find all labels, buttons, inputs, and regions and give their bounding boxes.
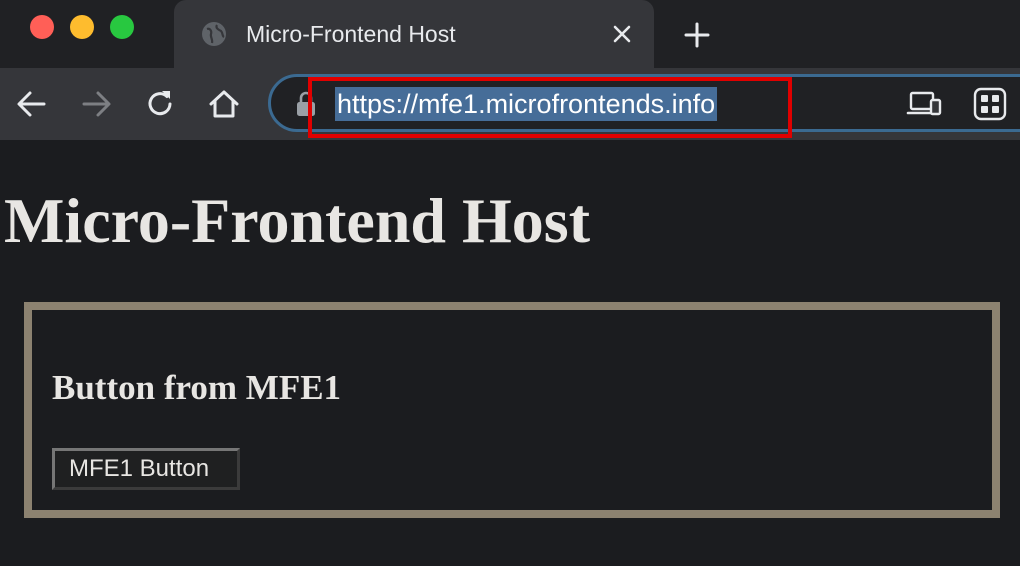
tab-title: Micro-Frontend Host: [246, 21, 456, 47]
globe-icon: [202, 22, 226, 46]
mfe-heading: Button from MFE1: [52, 368, 342, 407]
home-icon[interactable]: [206, 86, 242, 122]
device-icon[interactable]: [906, 88, 942, 120]
new-tab-icon[interactable]: [680, 18, 714, 52]
forward-arrow-icon[interactable]: [78, 86, 114, 122]
tab-strip: Micro-Frontend Host: [0, 0, 1020, 68]
apps-grid-icon[interactable]: [972, 86, 1008, 122]
mfe1-button[interactable]: MFE1 Button: [52, 448, 240, 490]
window-maximize-button[interactable]: [110, 15, 134, 39]
window-minimize-button[interactable]: [70, 15, 94, 39]
page-title: Micro-Frontend Host: [4, 185, 590, 256]
mfe-container: Button from MFE1 MFE1 Button: [24, 302, 1000, 518]
url-highlight-annotation: [308, 77, 792, 138]
window-close-button[interactable]: [30, 15, 54, 39]
back-arrow-icon[interactable]: [14, 86, 50, 122]
tab-active[interactable]: Micro-Frontend Host: [174, 0, 654, 68]
close-icon[interactable]: [608, 20, 636, 48]
reload-icon[interactable]: [142, 86, 178, 122]
